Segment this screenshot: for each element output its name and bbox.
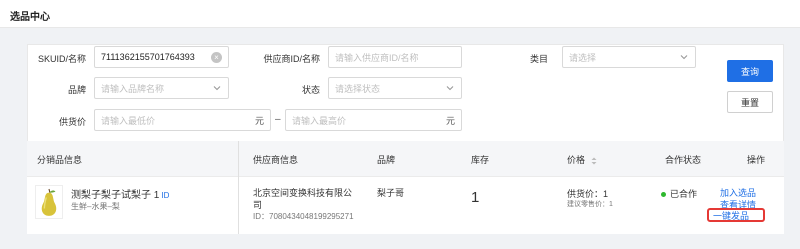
skuid-label: SKUID/名称	[37, 54, 86, 64]
chevron-down-icon	[680, 55, 688, 60]
supplier-name-cont: 司	[253, 200, 263, 210]
product-name: 测梨子梨子试梨子 1	[71, 190, 160, 201]
category-label: 类目	[529, 54, 548, 64]
page-gutter	[784, 44, 800, 234]
th-coop-status: 合作状态	[665, 155, 702, 165]
th-price[interactable]: 价格	[567, 153, 597, 166]
th-actions: 操作	[747, 155, 766, 165]
product-name-line: 测梨子梨子试梨子 1 ID	[71, 186, 169, 201]
th-supplier: 供应商信息	[253, 155, 299, 165]
stock-value: 1	[471, 189, 480, 206]
brand-placeholder: 请输入品牌名称	[101, 83, 165, 94]
suggested-price: 建议零售价：1	[567, 201, 613, 208]
category-select[interactable]: 请选择	[562, 46, 696, 68]
product-category: 生鲜–水果–梨	[71, 202, 120, 211]
sort-icon[interactable]	[591, 157, 597, 165]
chevron-down-icon	[446, 86, 454, 91]
th-brand: 品牌	[377, 155, 396, 165]
product-id-tag[interactable]: ID	[161, 191, 169, 200]
coop-status: 已合作	[661, 187, 697, 200]
table-header: 分销品信息 供应商信息 品牌 库存 价格 合作状态 操作	[27, 141, 784, 177]
status-placeholder: 请选择状态	[335, 83, 381, 94]
page-title: 选品中心	[10, 12, 50, 23]
price-min-unit: 元	[254, 115, 264, 126]
supplier-placeholder: 请输入供应商ID/名称	[335, 52, 419, 63]
pear-image	[41, 188, 57, 216]
chevron-down-icon	[213, 86, 221, 91]
status-label: 状态	[301, 85, 320, 95]
price-min-input[interactable]: 请输入最低价 元	[94, 109, 271, 131]
page-header: 选品中心	[0, 0, 800, 28]
status-dot	[661, 192, 666, 198]
highlight-box	[707, 208, 765, 222]
status-select[interactable]: 请选择状态	[328, 77, 462, 99]
supplier-name: 北京空间变换科技有限公	[253, 188, 353, 198]
price-max-unit: 元	[445, 115, 455, 126]
clear-icon[interactable]: ×	[211, 51, 222, 63]
product-thumbnail	[35, 185, 63, 219]
reset-button[interactable]: 重置	[727, 91, 773, 113]
brand-input[interactable]: 请输入品牌名称	[94, 77, 229, 99]
th-product: 分销品信息	[37, 155, 83, 165]
price-min-placeholder: 请输入最低价	[101, 115, 156, 126]
th-price-label: 价格	[567, 155, 586, 165]
coop-status-text: 已合作	[670, 189, 698, 199]
supplier-id: ID：7080434048199295271	[253, 212, 354, 221]
search-button[interactable]: 查询	[727, 60, 773, 82]
price-max-placeholder: 请输入最高价	[292, 115, 347, 126]
price-separator: –	[275, 114, 281, 125]
brand-value: 梨子哥	[377, 188, 405, 198]
table-row: 测梨子梨子试梨子 1 ID 生鲜–水果–梨 北京空间变换科技有限公 司 ID：70…	[27, 177, 784, 234]
column-divider	[238, 141, 239, 234]
th-stock: 库存	[471, 155, 490, 165]
supplier-label: 供应商ID/名称	[263, 54, 320, 64]
skuid-value: 7111362155701764393	[101, 52, 195, 62]
brand-label: 品牌	[67, 85, 86, 95]
price-max-input[interactable]: 请输入最高价 元	[285, 109, 462, 131]
skuid-input[interactable]: 7111362155701764393 ×	[94, 46, 229, 68]
price-label: 供货价	[58, 117, 86, 127]
supplier-input[interactable]: 请输入供应商ID/名称	[328, 46, 462, 68]
category-placeholder: 请选择	[569, 52, 597, 63]
